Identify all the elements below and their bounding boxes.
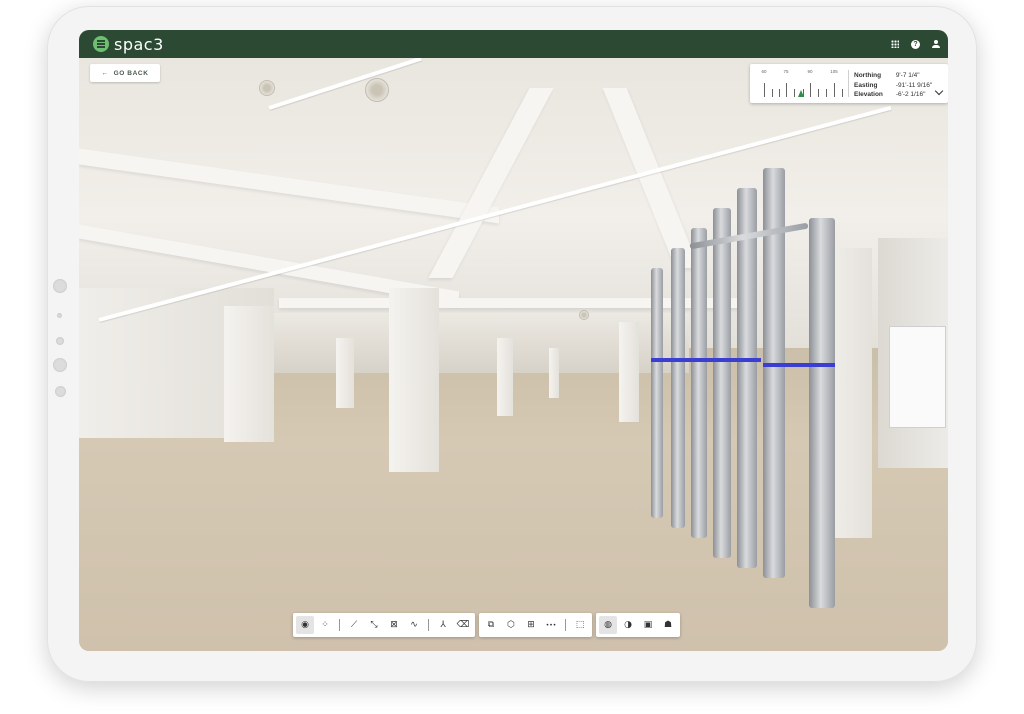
- help-icon[interactable]: ?: [911, 39, 920, 49]
- compass-tick-label: 105: [830, 69, 838, 74]
- elevation-value: -6'-2 1/16": [895, 91, 926, 98]
- vertical-pipe: [691, 228, 707, 538]
- elevation-row: Elevation -6'-2 1/16": [854, 90, 932, 100]
- axis-icon[interactable]: ⅄: [434, 616, 452, 634]
- people-icon[interactable]: ☗: [659, 616, 677, 634]
- tablet-side-button: [53, 279, 67, 293]
- column: [336, 338, 354, 408]
- coordinate-readout: Northing 9'-7 1/4" Easting -91'-11 9/16"…: [854, 71, 932, 100]
- ceiling-light: [259, 80, 275, 96]
- more-icon[interactable]: •••: [542, 616, 560, 634]
- column: [224, 306, 274, 442]
- easting-label: Easting: [854, 81, 878, 89]
- header-actions: ?: [891, 39, 940, 49]
- ceiling-light: [579, 310, 589, 320]
- panorama-viewer[interactable]: [79, 58, 948, 651]
- crop-box-icon[interactable]: ⬚: [571, 616, 589, 634]
- chevron-down-icon[interactable]: [934, 86, 944, 96]
- floorplan-grid-icon[interactable]: ⊞: [522, 616, 540, 634]
- compass-tick: [834, 83, 835, 97]
- northing-value: 9'-7 1/4": [895, 72, 920, 79]
- model-overlay-icon[interactable]: ⧉: [482, 616, 500, 634]
- go-back-button[interactable]: ← GO BACK: [90, 64, 160, 82]
- compass-tick: [810, 83, 811, 97]
- contrast-icon[interactable]: ◑: [619, 616, 637, 634]
- compass-tick: [772, 89, 773, 97]
- compass-tick: [826, 89, 827, 97]
- cube-icon[interactable]: ⬡: [502, 616, 520, 634]
- bottom-toolbar: ◉ ⁘ ⟋ ⤡ ⊠ ∿ ⅄ ⌫ ⧉ ⬡ ⊞ ••• ⬚ ◍ ◑ ▣ ☗: [293, 613, 680, 637]
- menu-icon[interactable]: [93, 36, 109, 52]
- column: [549, 348, 559, 398]
- tablet-side-button: [53, 358, 67, 372]
- compass-tick: [779, 89, 780, 97]
- elevation-label: Elevation: [854, 91, 883, 98]
- view-tools-group: ◉ ⁘ ⟋ ⤡ ⊠ ∿ ⅄ ⌫: [293, 613, 475, 637]
- vertical-pipe: [809, 218, 835, 608]
- vertical-pipe: [651, 268, 663, 518]
- northing-label: Northing: [854, 72, 882, 79]
- divider: [848, 70, 849, 97]
- column: [619, 322, 639, 422]
- compass-tick: [764, 83, 765, 97]
- app-header: spac3 ?: [79, 30, 948, 58]
- tablet-side-button: [55, 386, 66, 397]
- pipe-band: [651, 358, 761, 362]
- compass-tick: [818, 89, 819, 97]
- toolbar-divider: [565, 619, 566, 631]
- polyline-icon[interactable]: ∿: [405, 616, 423, 634]
- pano-view-icon[interactable]: ◉: [296, 616, 314, 634]
- tablet-side-button: [57, 313, 62, 318]
- compass-tick: [794, 89, 795, 97]
- toolbar-divider: [339, 619, 340, 631]
- pipe-band: [763, 363, 835, 367]
- brand-logo: spac3: [114, 34, 164, 54]
- column: [497, 338, 513, 416]
- vertical-pipe: [737, 188, 757, 568]
- vertical-pipe: [713, 208, 731, 558]
- globe-icon[interactable]: ◍: [599, 616, 617, 634]
- compass-needle-icon: [798, 90, 804, 97]
- display-tools-group: ◍ ◑ ▣ ☗: [596, 613, 680, 637]
- model-tools-group: ⧉ ⬡ ⊞ ••• ⬚: [479, 613, 592, 637]
- comment-icon[interactable]: ▣: [639, 616, 657, 634]
- app-screen: spac3 ? ← GO BACK 60 75 90 105 Northing …: [79, 30, 948, 651]
- compass-tick: [842, 89, 843, 97]
- measure-segments-icon[interactable]: ⤡: [365, 616, 383, 634]
- window: [889, 326, 946, 428]
- scan-points-icon[interactable]: ⁘: [316, 616, 334, 634]
- vertical-pipe: [671, 248, 685, 528]
- tablet-side-button: [56, 337, 64, 345]
- compass-tick-label: 90: [807, 69, 813, 74]
- ceiling-beam: [279, 298, 739, 308]
- compass-tick-label: 75: [783, 69, 789, 74]
- ceiling-light: [365, 78, 389, 102]
- arrow-left-icon: ←: [101, 69, 109, 77]
- compass-panel: 60 75 90 105 Northing 9'-7 1/4" Easting …: [750, 64, 948, 103]
- compass-tick: [786, 83, 787, 97]
- measure-icon[interactable]: ⟋: [345, 616, 363, 634]
- area-icon[interactable]: ⊠: [385, 616, 403, 634]
- compass-scale: 60 75 90 105: [758, 69, 846, 99]
- northing-row: Northing 9'-7 1/4": [854, 71, 932, 81]
- grid-icon[interactable]: [891, 40, 899, 48]
- toolbar-divider: [428, 619, 429, 631]
- easting-value: -91'-11 9/16": [895, 81, 933, 89]
- user-icon[interactable]: [932, 40, 940, 48]
- go-back-label: GO BACK: [113, 69, 149, 77]
- eraser-icon[interactable]: ⌫: [454, 616, 472, 634]
- compass-tick-label: 60: [761, 69, 767, 74]
- column: [389, 288, 439, 472]
- easting-row: Easting -91'-11 9/16": [854, 81, 932, 91]
